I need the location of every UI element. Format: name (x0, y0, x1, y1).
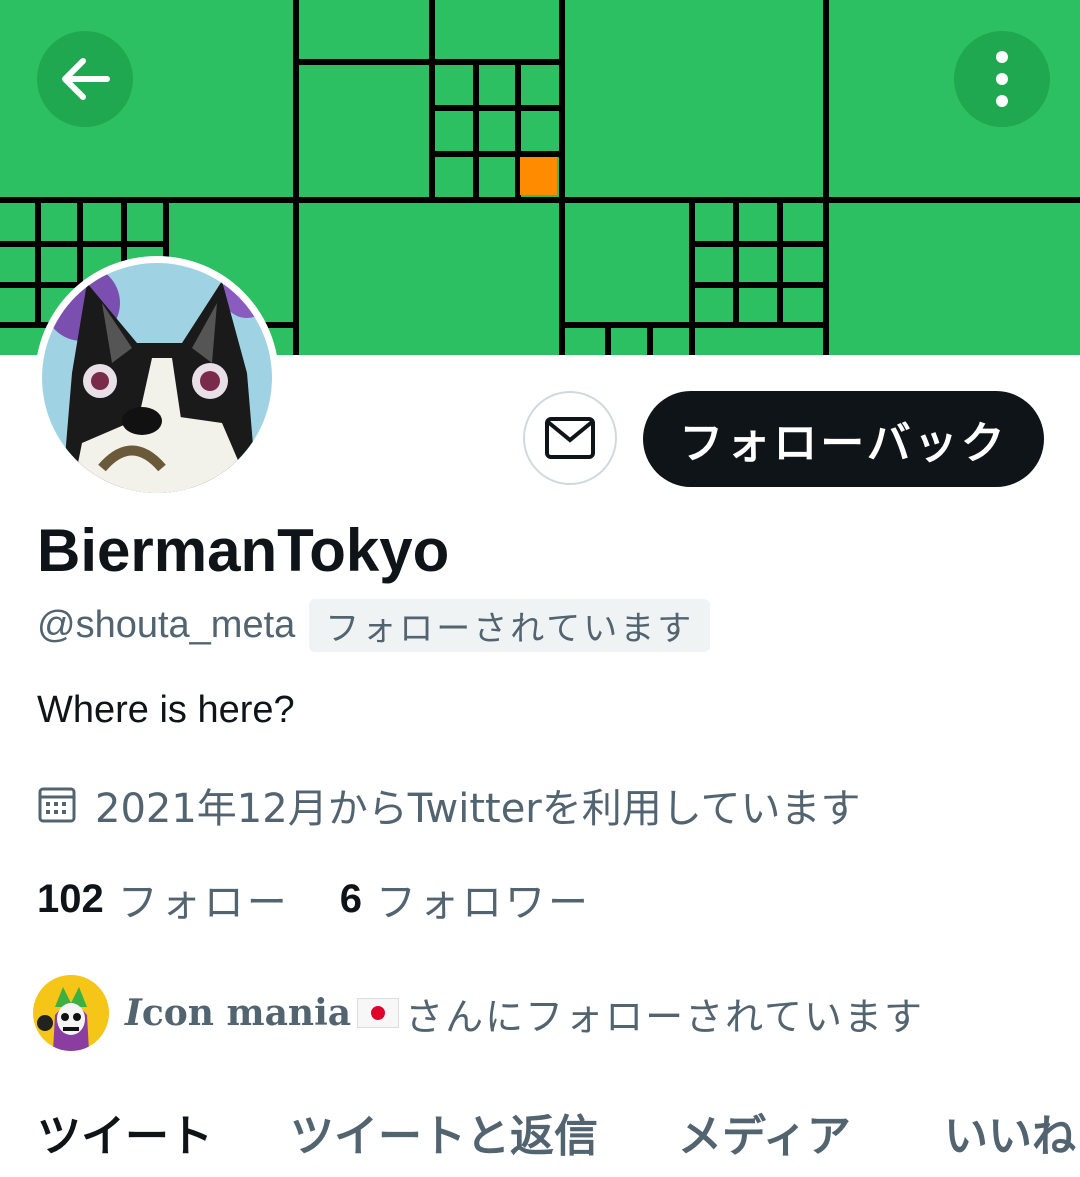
follower-avatar (31, 973, 111, 1053)
envelope-icon (545, 417, 595, 459)
back-button[interactable] (37, 31, 133, 127)
vertical-dots-icon (996, 51, 1008, 107)
following-label: フォロー (117, 880, 290, 926)
followed-by-suffix: さんにフォローされています (405, 994, 924, 1039)
follows-you-badge: フォローされています (309, 599, 711, 652)
joined-date: 2021年12月からTwitterを利用しています (37, 776, 861, 834)
followers-label: フォロワー (376, 880, 591, 926)
message-button[interactable] (523, 391, 617, 485)
more-options-button[interactable] (954, 31, 1050, 127)
calendar-icon (38, 787, 76, 823)
japan-flag-icon (357, 998, 400, 1028)
followers-link[interactable]: 6 フォロワー (340, 870, 591, 928)
avatar-image (42, 263, 272, 493)
following-count: 102 (37, 876, 104, 921)
profile-avatar[interactable] (35, 256, 279, 500)
tab-likes[interactable]: いいね (944, 1100, 1076, 1164)
tab-tweets[interactable]: ツイート (37, 1100, 213, 1164)
followed-by-row[interactable]: Icon mania さんにフォローされています (31, 973, 924, 1053)
joined-text: 2021年12月からTwitterを利用しています (95, 786, 861, 832)
handle-row: @shouta_meta フォローされています (37, 599, 711, 652)
follower-name: Icon mania (125, 992, 352, 1034)
follow-back-button[interactable]: フォローバック (643, 391, 1044, 487)
follow-stats: 102 フォロー 6 フォロワー (37, 870, 591, 928)
following-link[interactable]: 102 フォロー (37, 870, 290, 928)
tab-media[interactable]: メディア (678, 1100, 851, 1164)
profile-tabs: ツイート ツイートと返信 メディア いいね (0, 1100, 1080, 1177)
bio: Where is here? (37, 689, 295, 731)
tab-tweets-replies[interactable]: ツイートと返信 (290, 1100, 598, 1164)
arrow-left-icon (62, 58, 110, 100)
orange-square (520, 157, 557, 195)
display-name: BiermanTokyo (37, 517, 450, 584)
handle: @shouta_meta (37, 604, 296, 646)
followers-count: 6 (339, 876, 362, 921)
